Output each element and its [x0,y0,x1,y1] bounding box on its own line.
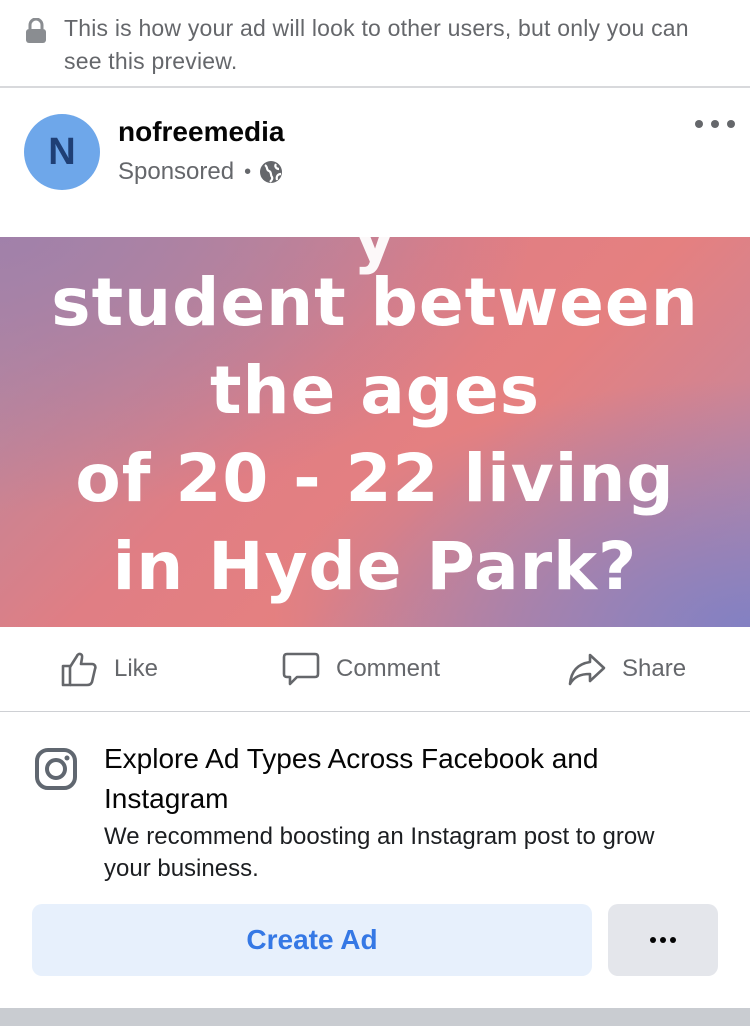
share-button[interactable]: Share [568,649,686,689]
ad-creative-image[interactable]: y student between the ages of 20 - 22 li… [0,237,750,627]
page-name[interactable]: nofreemedia [118,116,285,148]
promo-more-button[interactable] [608,904,718,976]
share-icon [568,653,606,686]
boost-promo-card: Explore Ad Types Across Facebook and Ins… [0,713,750,1008]
meta-separator: • [244,160,252,183]
instagram-icon [35,748,77,790]
comment-label: Comment [336,655,441,682]
bottom-divider [0,1008,750,1026]
preview-notice-text: This is how your ad will look to other u… [64,15,689,74]
like-label: Like [114,655,159,682]
promo-body: We recommend boosting an Instagram post … [104,823,655,882]
promo-title: Explore Ad Types Across Facebook and Ins… [104,743,599,814]
post-action-bar: Like Comment Share [0,627,750,712]
dot-icon [660,937,666,943]
comment-button[interactable]: Comment [282,649,440,689]
post-options-button[interactable] [695,114,735,134]
comment-icon [282,652,320,686]
share-label: Share [622,655,687,682]
dot-icon [695,120,703,128]
dot-icon [650,937,656,943]
thumbs-up-icon [61,652,97,687]
post-meta: Sponsored • [118,158,283,186]
post-header: N nofreemedia Sponsored • [0,90,750,237]
dot-icon [711,120,719,128]
creative-line: of 20 - 22 living [75,440,675,517]
create-ad-button[interactable]: Create Ad [32,904,592,976]
globe-icon [260,161,283,183]
dot-icon [670,937,676,943]
sponsored-label: Sponsored [118,158,235,185]
dot-icon [727,120,735,128]
creative-line: student between [51,264,699,341]
creative-line: in Hyde Park? [112,528,638,605]
page-avatar[interactable]: N [24,114,100,190]
preview-notice: This is how your ad will look to other u… [0,0,750,88]
like-button[interactable]: Like [60,649,158,689]
lock-icon [26,18,46,43]
creative-line: the ages [209,352,541,429]
